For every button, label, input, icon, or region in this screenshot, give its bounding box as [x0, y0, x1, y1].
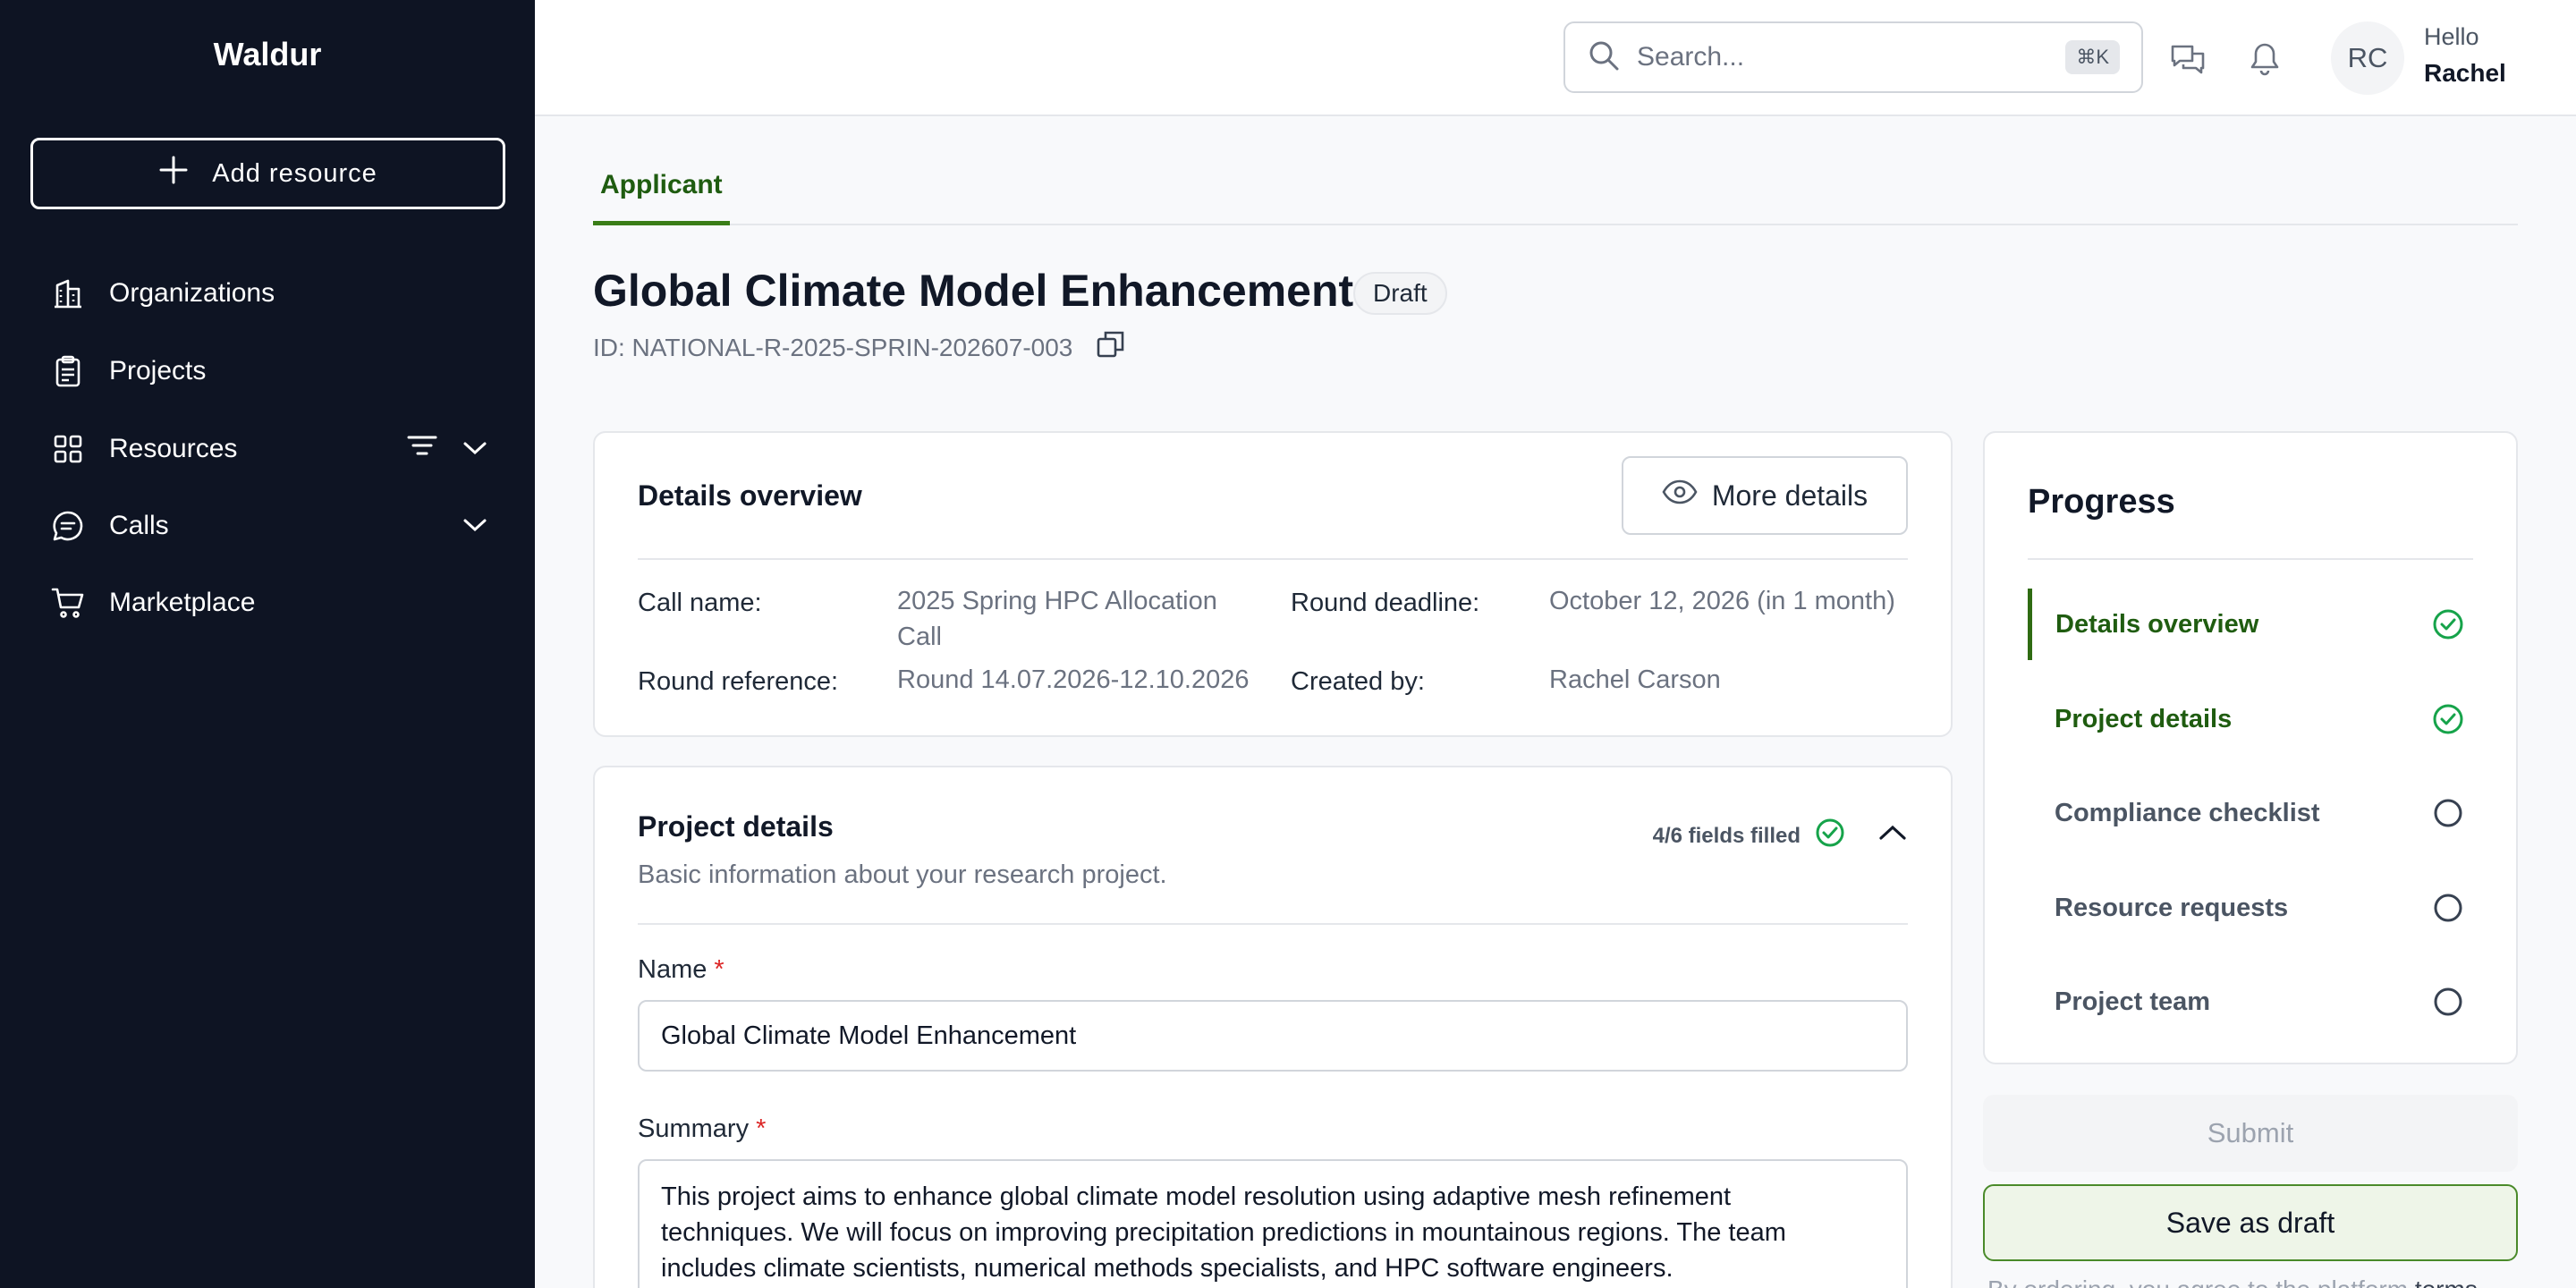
chevron-up-icon[interactable] [1877, 823, 1908, 849]
empty-circle-icon [2430, 795, 2466, 831]
progress-card: Progress Details overview Project detail… [1983, 431, 2518, 1064]
sidebar-item-label: Organizations [109, 278, 275, 308]
round-reference-label: Round reference: [638, 667, 839, 696]
call-name-line: Call [897, 623, 942, 651]
required-mark: * [714, 955, 724, 984]
building-icon [50, 275, 86, 311]
sidebar-item-resources[interactable]: Resources [50, 422, 488, 476]
submit-button[interactable]: Submit [1983, 1095, 2518, 1172]
divider [2028, 558, 2473, 560]
sidebar-item-label: Calls [109, 511, 169, 540]
page-title: Global Climate Model Enhancement [593, 266, 1354, 316]
summary-textarea[interactable]: This project aims to enhance global clim… [638, 1159, 1908, 1288]
save-draft-button[interactable]: Save as draft [1983, 1184, 2518, 1261]
project-details-subtitle: Basic information about your research pr… [638, 860, 1167, 889]
sidebar-item-projects[interactable]: Projects [50, 344, 488, 398]
sidebar-item-calls[interactable]: Calls [50, 499, 488, 553]
eye-icon [1662, 479, 1698, 513]
step-label: Compliance checklist [2055, 798, 2320, 827]
step-details-overview[interactable]: Details overview [2028, 589, 2477, 660]
sidebar-item-label: Marketplace [109, 588, 256, 617]
terms-link[interactable]: terms [2415, 1275, 2478, 1288]
summary-field-label: Summary * [638, 1114, 766, 1144]
add-resource-label: Add resource [212, 158, 377, 188]
add-resource-button[interactable]: Add resource [30, 138, 505, 209]
user-name[interactable]: Rachel [2424, 59, 2506, 88]
search-shortcut: ⌘K [2065, 40, 2120, 74]
step-label: Details overview [2055, 609, 2259, 639]
name-label-text: Name [638, 955, 708, 984]
project-details-card: Project details Basic information about … [593, 766, 1953, 1288]
progress-title: Progress [2028, 483, 2175, 521]
details-overview-title: Details overview [638, 479, 862, 512]
sidebar-item-organizations[interactable]: Organizations [50, 267, 488, 320]
round-reference-value: Round 14.07.2026-12.10.2026 [897, 665, 1250, 694]
divider [638, 558, 1908, 560]
terms-prefix: By ordering, you agree to the platform [1987, 1275, 2408, 1288]
bell-icon[interactable] [2245, 39, 2284, 79]
summary-line: techniques. We will focus on improving p… [661, 1218, 1786, 1247]
round-deadline-value: October 12, 2026 (in 1 month) [1549, 587, 1895, 615]
chevron-down-icon[interactable] [462, 511, 488, 541]
chevron-down-icon[interactable] [462, 434, 488, 464]
sidebar-item-label: Resources [109, 434, 238, 463]
cart-icon [50, 585, 86, 621]
fields-filled-text: 4/6 fields filled [1652, 823, 1801, 848]
brand-logo[interactable]: Waldur [0, 36, 535, 73]
top-bar: ⌘K RC Hello Rachel [535, 0, 2576, 116]
project-id: ID: NATIONAL-R-2025-SPRIN-202607-003 [593, 329, 1126, 366]
clipboard-icon [50, 353, 86, 389]
sidebar-item-marketplace[interactable]: Marketplace [50, 576, 488, 630]
summary-line: includes climate scientists, numerical m… [661, 1254, 1674, 1283]
search-box[interactable]: ⌘K [1563, 21, 2143, 93]
project-details-title: Project details [638, 810, 834, 843]
filter-icon[interactable] [406, 432, 438, 466]
tab-applicant[interactable]: Applicant [593, 161, 730, 225]
project-id-text: ID: NATIONAL-R-2025-SPRIN-202607-003 [593, 333, 1073, 361]
copy-icon[interactable] [1096, 329, 1126, 366]
created-by-value: Rachel Carson [1549, 665, 1721, 694]
more-details-button[interactable]: More details [1622, 456, 1908, 535]
name-field-label: Name * [638, 955, 724, 985]
plus-icon [158, 155, 189, 192]
step-compliance-checklist[interactable]: Compliance checklist [2028, 777, 2477, 849]
call-name-label: Call name: [638, 589, 762, 617]
avatar[interactable]: RC [2331, 21, 2404, 95]
messages-icon[interactable] [2168, 39, 2207, 79]
round-deadline-label: Round deadline: [1291, 589, 1480, 617]
sidebar-item-label: Projects [109, 356, 207, 386]
chat-icon [50, 508, 86, 544]
required-mark: * [756, 1114, 767, 1143]
empty-circle-icon [2430, 890, 2466, 926]
more-details-label: More details [1711, 479, 1868, 512]
tab-bar: Applicant [593, 161, 2518, 225]
check-circle-icon [1815, 818, 1845, 854]
sidebar: Waldur Add resource Organizations Projec… [0, 0, 535, 1288]
check-circle-icon [2430, 606, 2466, 642]
call-name-value: 2025 Spring HPC Allocation Call [897, 583, 1217, 655]
fields-filled-status: 4/6 fields filled [1653, 818, 1908, 854]
summary-line: This project aims to enhance global clim… [661, 1182, 1732, 1211]
step-label: Project team [2055, 987, 2211, 1016]
search-icon [1587, 38, 1621, 77]
divider [638, 923, 1908, 925]
empty-circle-icon [2430, 984, 2466, 1020]
search-input[interactable] [1637, 42, 2066, 72]
step-label: Resource requests [2055, 893, 2289, 922]
summary-label-text: Summary [638, 1114, 750, 1143]
terms-note: By ordering, you agree to the platform t… [1987, 1275, 2478, 1288]
step-resource-requests[interactable]: Resource requests [2028, 872, 2477, 944]
greeting: Hello [2424, 23, 2479, 50]
check-circle-icon [2430, 701, 2466, 737]
status-badge: Draft [1353, 272, 1447, 315]
grid-icon [50, 431, 86, 467]
step-label: Project details [2055, 704, 2233, 733]
step-project-team[interactable]: Project team [2028, 966, 2477, 1038]
step-project-details[interactable]: Project details [2028, 683, 2477, 755]
created-by-label: Created by: [1291, 667, 1425, 696]
details-overview-card: Details overview More details Call name:… [593, 431, 1953, 737]
call-name-line: 2025 Spring HPC Allocation [897, 587, 1217, 615]
name-input[interactable]: Global Climate Model Enhancement [638, 1000, 1908, 1072]
